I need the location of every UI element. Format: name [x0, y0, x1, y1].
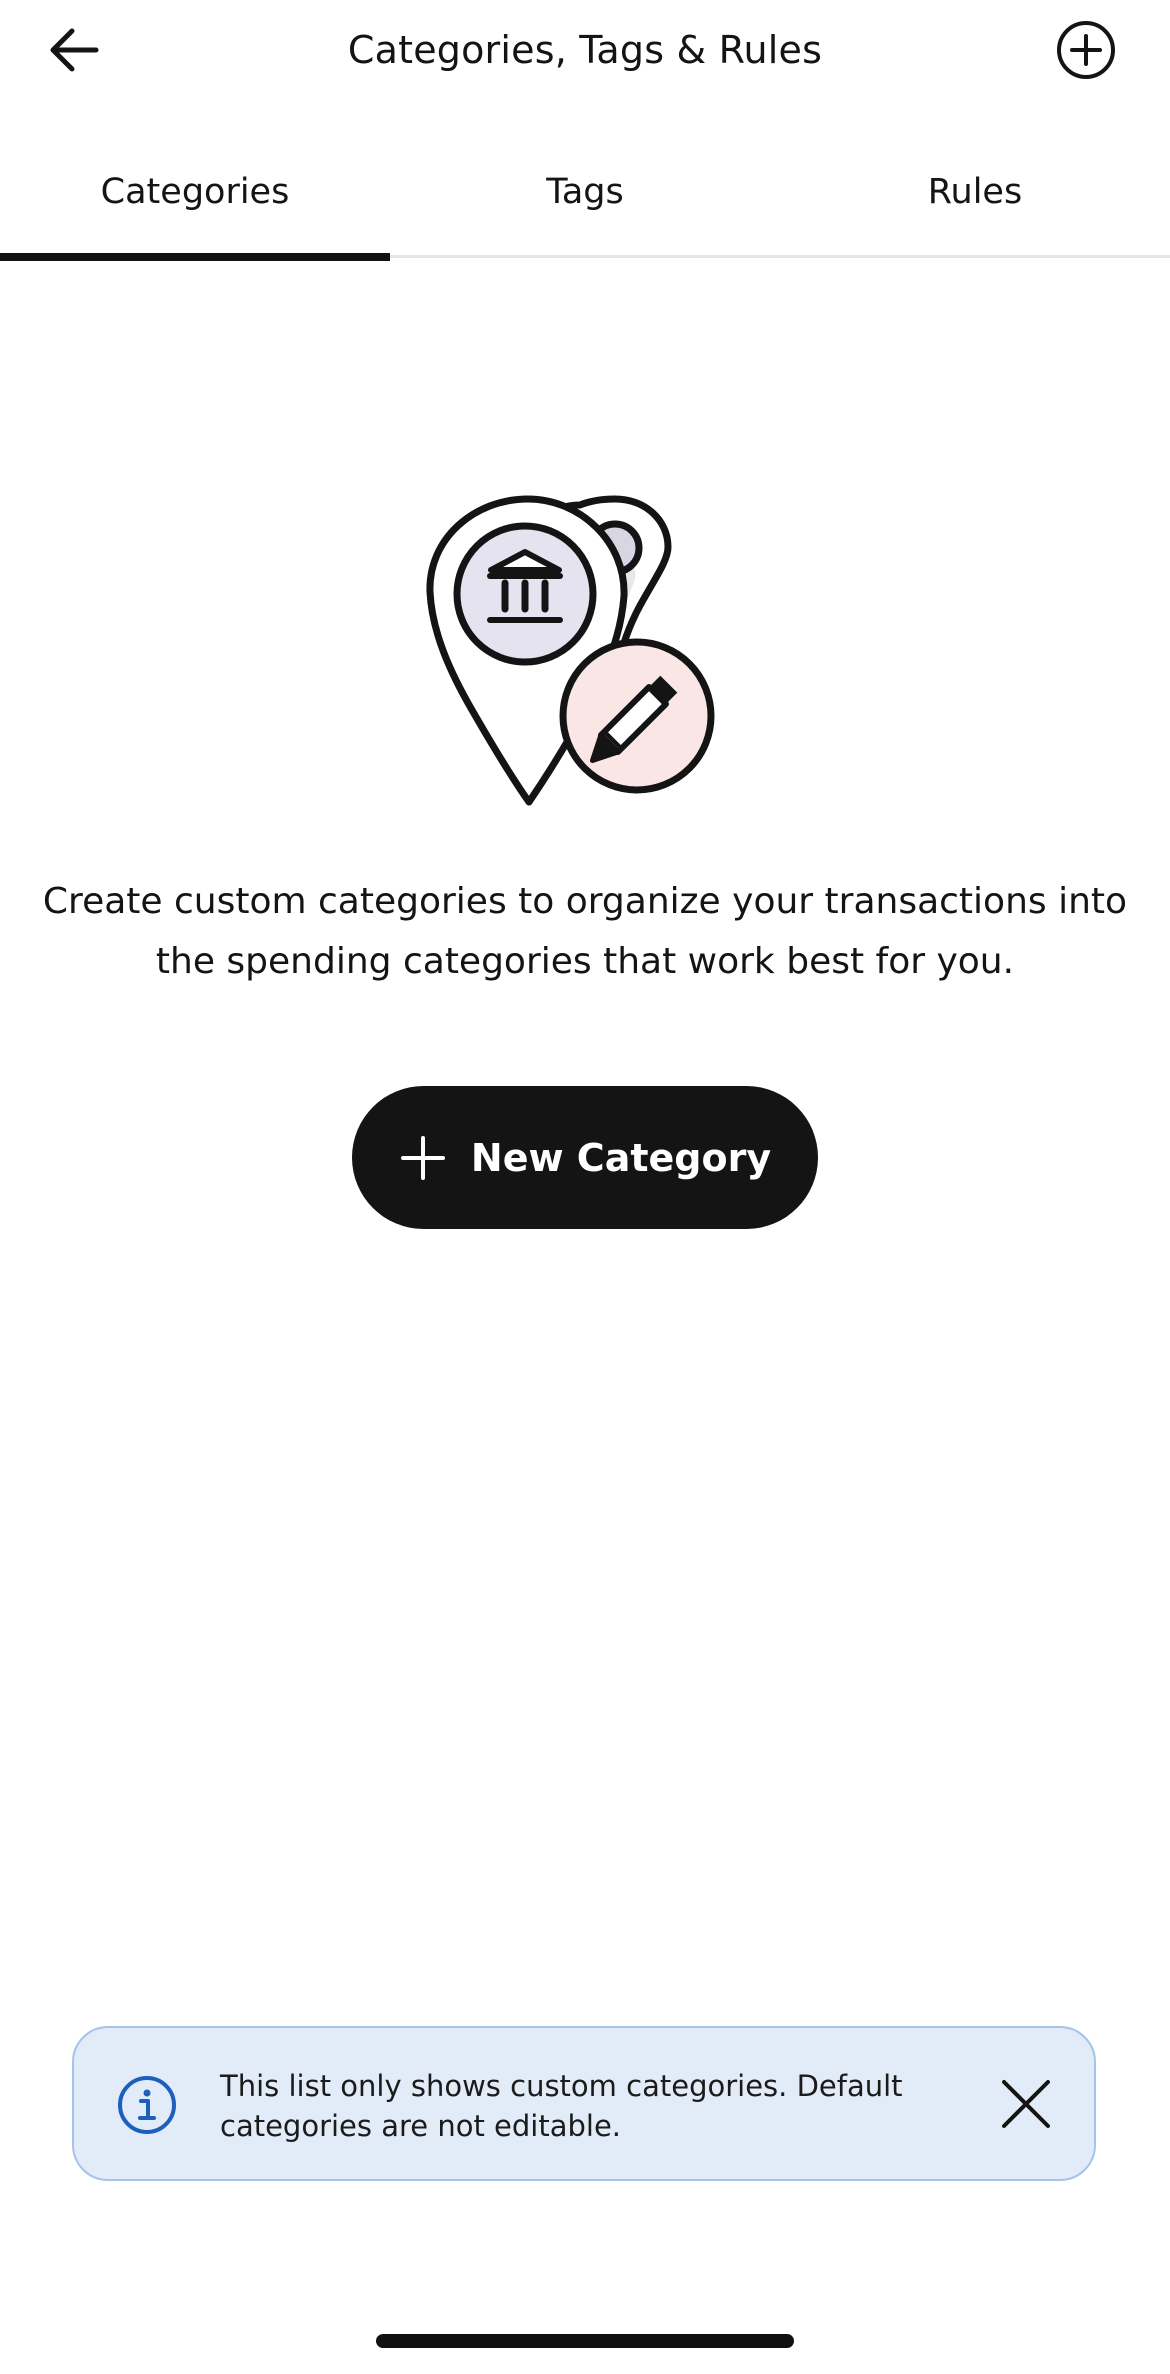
pencil-icon: [559, 638, 715, 794]
plus-icon: [400, 1135, 445, 1180]
add-button[interactable]: [1050, 14, 1122, 86]
close-icon: [1002, 2080, 1050, 2128]
new-category-label: New Category: [470, 1135, 772, 1180]
tab-rules[interactable]: Rules: [780, 130, 1170, 258]
dismiss-banner-button[interactable]: [990, 2068, 1062, 2140]
empty-state-description: Create custom categories to organize you…: [42, 881, 1128, 982]
page-title: Categories, Tags & Rules: [347, 28, 823, 72]
tab-bar: Categories Tags Rules: [0, 130, 1170, 261]
tab-tags[interactable]: Tags: [390, 130, 780, 258]
plus-circle-icon: [1057, 21, 1115, 79]
tab-categories[interactable]: Categories: [0, 130, 390, 261]
categories-illustration: [426, 495, 715, 806]
new-category-button[interactable]: New Category: [352, 1086, 818, 1229]
top-bar: Categories, Tags & Rules: [0, 0, 1170, 100]
info-banner: This list only shows custom categories. …: [72, 2026, 1096, 2181]
tab-tags-label: Tags: [546, 172, 624, 212]
home-indicator: [376, 2334, 794, 2348]
tab-categories-label: Categories: [100, 172, 290, 212]
info-banner-message: This list only shows custom categories. …: [220, 2069, 903, 2143]
tab-rules-label: Rules: [927, 172, 1023, 212]
bank-icon: [453, 522, 597, 666]
info-icon: [118, 2076, 176, 2134]
